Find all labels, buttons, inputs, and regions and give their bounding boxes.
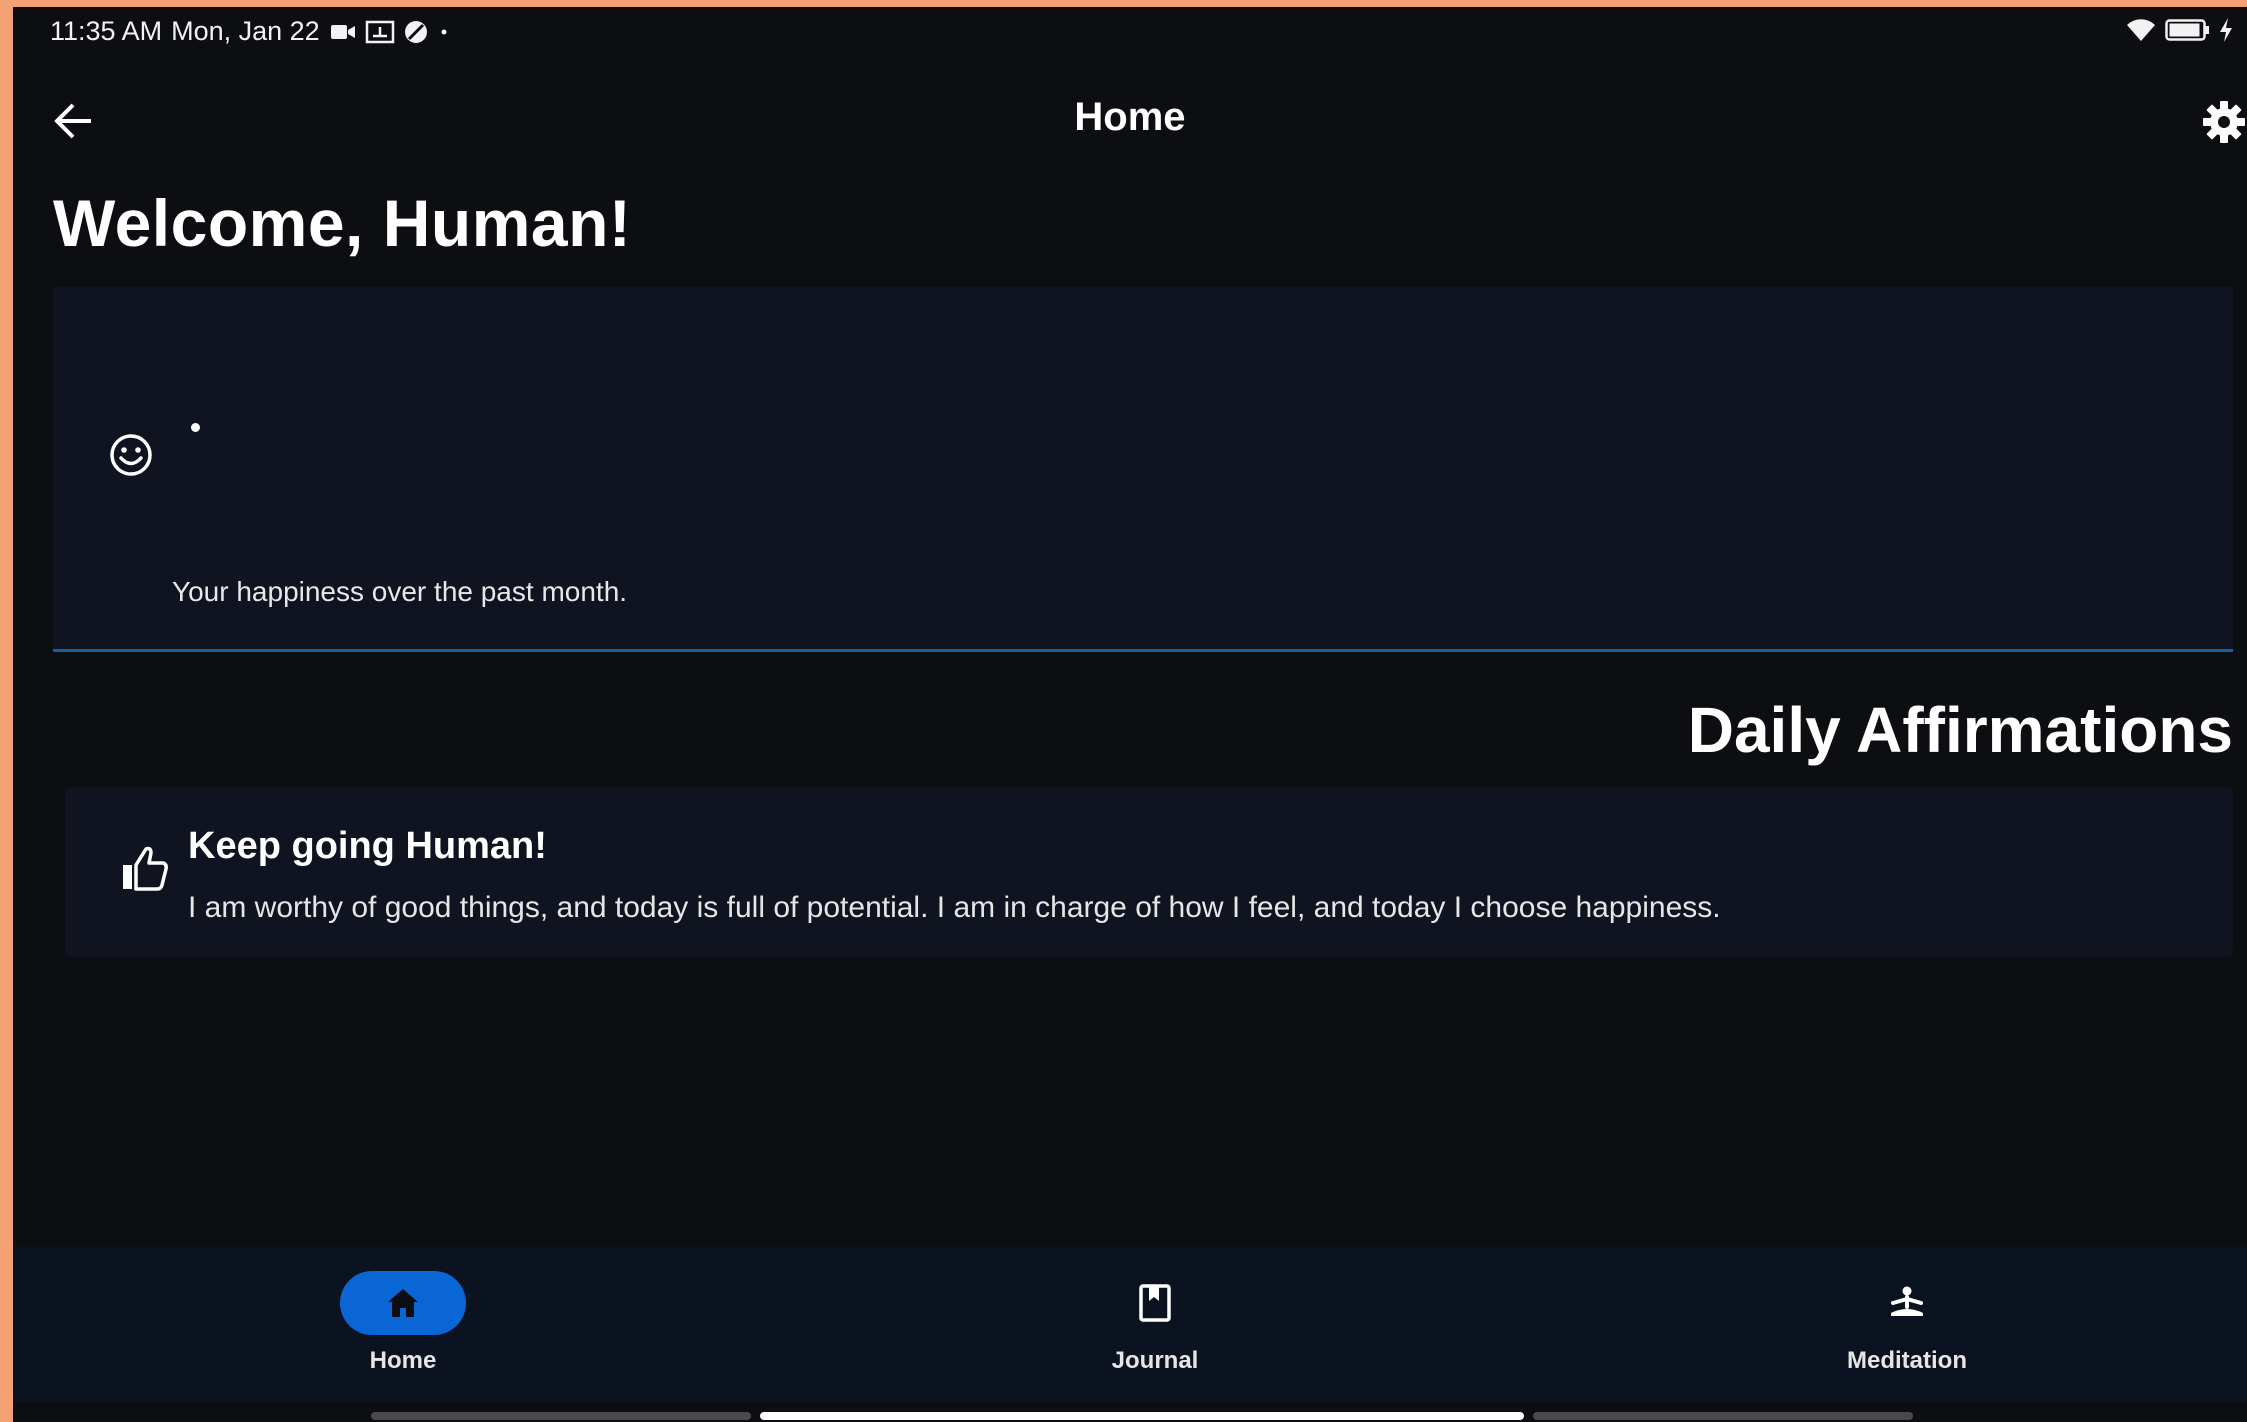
status-date: Mon, Jan 22 bbox=[171, 16, 320, 46]
screen-cast-icon bbox=[365, 20, 394, 43]
settings-button[interactable] bbox=[2201, 99, 2247, 145]
nav-item-home[interactable]: Home bbox=[253, 1247, 553, 1387]
happiness-caption: Your happiness over the past month. bbox=[172, 576, 628, 607]
status-bar: 11:35 AM Mon, Jan 22 bbox=[13, 7, 2247, 53]
nav-home-indicator bbox=[340, 1271, 466, 1335]
charging-bolt-icon bbox=[2220, 18, 2232, 42]
affirmation-text: I am worthy of good things, and today is… bbox=[188, 891, 1721, 924]
nav-journal-indicator bbox=[1092, 1271, 1218, 1335]
nav-label-journal: Journal bbox=[1111, 1347, 1199, 1374]
video-camera-icon bbox=[330, 24, 355, 39]
nav-item-meditation[interactable]: Meditation bbox=[1757, 1247, 2057, 1387]
do-not-disturb-icon bbox=[404, 20, 427, 43]
gear-icon bbox=[2203, 101, 2245, 143]
smiley-face-icon bbox=[110, 434, 152, 476]
nav-meditation-indicator bbox=[1844, 1271, 1970, 1335]
affirmation-title: Keep going Human! bbox=[188, 825, 547, 867]
meditation-icon bbox=[1891, 1286, 1923, 1316]
more-notifications-dot-icon bbox=[441, 29, 447, 34]
bottom-navigation: Home Journal Meditation bbox=[13, 1247, 2247, 1402]
gesture-bar-right bbox=[1533, 1412, 1913, 1420]
status-right bbox=[2125, 17, 2233, 43]
gesture-bar-left bbox=[371, 1412, 751, 1420]
affirmation-card[interactable]: Keep going Human! I am worthy of good th… bbox=[65, 787, 2233, 957]
journal-icon bbox=[1139, 1284, 1171, 1322]
gesture-handle[interactable] bbox=[760, 1412, 1524, 1420]
app-bar: Home bbox=[13, 85, 2247, 155]
home-icon bbox=[388, 1289, 418, 1317]
happiness-card: Your happiness over the past month. bbox=[53, 287, 2233, 652]
page-title: Home bbox=[1074, 95, 1186, 139]
battery-icon bbox=[2165, 19, 2209, 41]
nav-label-home: Home bbox=[369, 1347, 437, 1374]
thumbs-up-icon bbox=[123, 846, 168, 891]
daily-affirmations-heading: Daily Affirmations bbox=[1687, 694, 2233, 766]
nav-label-meditation: Meditation bbox=[1847, 1347, 1967, 1374]
status-time: 11:35 AM bbox=[50, 16, 163, 46]
welcome-heading: Welcome, Human! bbox=[53, 186, 632, 260]
wifi-icon bbox=[2127, 19, 2155, 41]
app-screen: 11:35 AM Mon, Jan 22 Home Welcome, Human… bbox=[13, 7, 2247, 1422]
happiness-chart-point bbox=[191, 423, 200, 432]
status-notification-icons bbox=[330, 20, 451, 44]
status-left: 11:35 AM Mon, Jan 22 bbox=[50, 16, 451, 47]
nav-item-journal[interactable]: Journal bbox=[1005, 1247, 1305, 1387]
